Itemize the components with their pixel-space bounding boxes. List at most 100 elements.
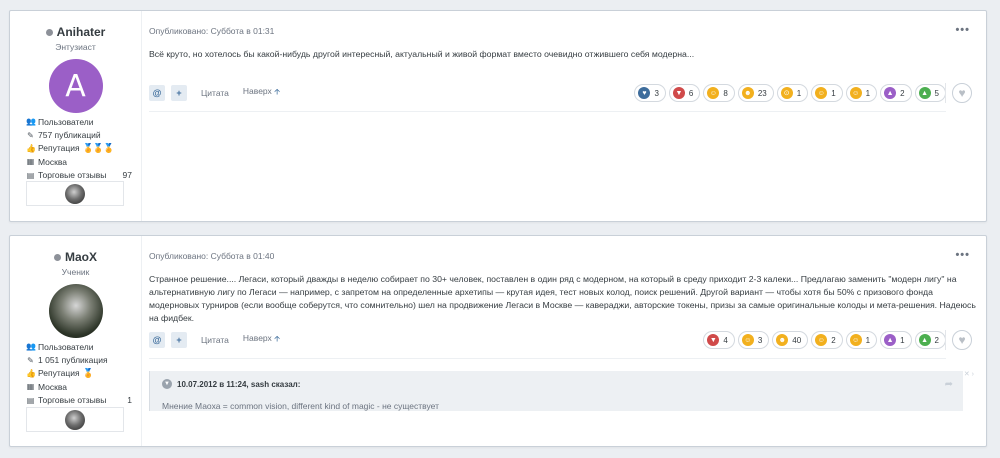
- reaction-count[interactable]: 2: [900, 89, 904, 98]
- smirk-icon: ☺: [741, 334, 754, 346]
- reaction-count[interactable]: 8: [723, 89, 727, 98]
- reaction-count[interactable]: 1: [866, 336, 870, 345]
- reaction-count[interactable]: 23: [758, 89, 767, 98]
- arrow-up-icon: 🡩: [274, 87, 280, 96]
- reaction-pill[interactable]: ☺ 3: [737, 331, 770, 349]
- quote-header-text[interactable]: 10.07.2012 в 11:24, sash сказал:: [177, 380, 300, 389]
- reaction-count[interactable]: 3: [654, 89, 658, 98]
- trade-reviewers: [26, 181, 124, 206]
- stat-posts[interactable]: ✎ 757 публикаций: [26, 128, 132, 141]
- close-icon[interactable]: ✕ ›: [964, 370, 974, 378]
- reviewer-avatar[interactable]: [65, 409, 85, 430]
- reaction-count[interactable]: 1: [797, 89, 801, 98]
- edit-icon: ✎: [27, 355, 34, 365]
- like-icon: ♥: [638, 87, 651, 99]
- reaction-pill[interactable]: ▲ 2: [880, 84, 912, 102]
- reaction-pill[interactable]: ⊙ 1: [776, 84, 809, 102]
- upvote-icon: ▲: [918, 334, 931, 346]
- stat-posts-text[interactable]: 757 публикаций: [38, 130, 101, 140]
- reaction-pill[interactable]: ☺ 8: [703, 84, 735, 102]
- avatar[interactable]: A: [48, 59, 103, 113]
- reaction-count[interactable]: 2: [831, 336, 835, 345]
- reaction-pill[interactable]: ▲ 5: [914, 84, 946, 102]
- building-icon: ▦: [26, 382, 35, 392]
- downvote-icon: ▼: [707, 334, 720, 346]
- reaction-count[interactable]: 6: [689, 89, 693, 98]
- users-icon: 👥: [26, 117, 36, 127]
- divider: [149, 358, 946, 359]
- stat-group-text: Пользователи: [38, 116, 94, 127]
- author-stats: 👥 Пользователи ✎ 1 051 публикация 👍 Репу…: [26, 340, 132, 407]
- reaction-count[interactable]: 3: [758, 336, 762, 345]
- react-heart-button[interactable]: ♥: [952, 330, 972, 350]
- reaction-count[interactable]: 2: [935, 336, 939, 345]
- reaction-pill[interactable]: ▼ 4: [703, 331, 735, 349]
- avatar[interactable]: [48, 284, 103, 338]
- scroll-top-label[interactable]: Наверх: [243, 86, 272, 96]
- reaction-pill[interactable]: ▲ 1: [880, 331, 912, 349]
- stat-trade-count: 97: [122, 170, 132, 181]
- stat-reputation: 👍 Репутация 🏅: [26, 367, 132, 380]
- post-date[interactable]: Опубликовано: Суббота в 01:31: [149, 26, 274, 36]
- mention-button[interactable]: @: [149, 85, 165, 101]
- post-content: Опубликовано: Суббота в 01:31 ••• Всё кр…: [142, 11, 986, 221]
- upvote-icon: ▲: [918, 87, 931, 99]
- stat-trade[interactable]: ▤ Торговые отзывы 97: [26, 169, 132, 182]
- thumbs-up-icon: ▲: [884, 87, 897, 99]
- quote-button[interactable]: Цитата: [201, 88, 229, 98]
- reaction-count[interactable]: 1: [866, 89, 870, 98]
- reaction-pill[interactable]: ☻ 40: [772, 331, 809, 349]
- multiquote-button[interactable]: +: [171, 85, 187, 101]
- post-date[interactable]: Опубликовано: Суббота в 01:40: [149, 251, 274, 261]
- reaction-count[interactable]: 4: [723, 336, 727, 345]
- reaction-count[interactable]: 5: [935, 89, 939, 98]
- scroll-top-button[interactable]: Наверх 🡩: [243, 86, 280, 100]
- thumbs-up-icon: 👍: [26, 143, 36, 153]
- scroll-top-button[interactable]: Наверх 🡩: [243, 333, 280, 347]
- reaction-pill[interactable]: ☺ 1: [845, 84, 878, 102]
- stat-posts[interactable]: ✎ 1 051 публикация: [26, 353, 132, 366]
- id-card-icon: ▤: [26, 395, 35, 405]
- reaction-pill[interactable]: ☺ 1: [845, 331, 878, 349]
- stat-trade-label[interactable]: Торговые отзывы: [38, 170, 106, 180]
- stat-trade-label[interactable]: Торговые отзывы: [38, 395, 106, 405]
- reaction-count[interactable]: 1: [900, 336, 904, 345]
- quote-button[interactable]: Цитата: [201, 335, 229, 345]
- scroll-top-label[interactable]: Наверх: [243, 333, 272, 343]
- thumbs-up-icon: 👍: [26, 368, 36, 378]
- author-name[interactable]: MaoX: [10, 250, 141, 264]
- chevron-down-icon[interactable]: ▼: [162, 379, 172, 389]
- stat-city-text: Москва: [38, 381, 68, 392]
- reaction-count[interactable]: 40: [792, 336, 801, 345]
- reviewer-avatar[interactable]: [65, 183, 85, 204]
- reaction-pill[interactable]: ▲ 2: [914, 331, 946, 349]
- laugh-icon: ☺: [849, 334, 862, 346]
- stat-group: 👥 Пользователи: [26, 115, 132, 128]
- reaction-count[interactable]: 1: [831, 89, 835, 98]
- thumbs-up-icon: ▲: [884, 334, 897, 346]
- surprised-icon: ⊙: [780, 87, 793, 99]
- reaction-pill[interactable]: ☺ 2: [811, 331, 843, 349]
- stat-trade[interactable]: ▤ Торговые отзывы 1: [26, 394, 132, 407]
- post-card: Anihater Энтузиаст A 👥 Пользователи ✎ 75…: [9, 10, 987, 222]
- mention-button[interactable]: @: [149, 332, 165, 348]
- react-heart-button[interactable]: ♥: [952, 83, 972, 103]
- edit-icon: ✎: [27, 130, 34, 140]
- reputation-medal-icon: 🏅🏅🏅: [82, 142, 115, 153]
- author-name[interactable]: Anihater: [10, 25, 141, 39]
- building-icon: ▦: [26, 157, 35, 167]
- more-options-icon[interactable]: •••: [955, 249, 970, 261]
- author-name-text[interactable]: Anihater: [57, 25, 106, 39]
- multiquote-button[interactable]: +: [171, 332, 187, 348]
- stat-trade-count: 1: [127, 395, 132, 406]
- share-icon[interactable]: ➦: [945, 379, 953, 390]
- author-name-text[interactable]: MaoX: [65, 250, 97, 264]
- reaction-pill[interactable]: ☺ 1: [811, 84, 843, 102]
- reaction-pill[interactable]: ▼ 6: [668, 84, 701, 102]
- more-options-icon[interactable]: •••: [955, 24, 970, 36]
- reaction-pill[interactable]: ♥ 3: [634, 84, 666, 102]
- stat-posts-text[interactable]: 1 051 публикация: [38, 355, 108, 365]
- reaction-pill[interactable]: ☻ 23: [737, 84, 774, 102]
- stat-city: ▦ Москва: [26, 380, 132, 393]
- quote-header[interactable]: ▼ 10.07.2012 в 11:24, sash сказал:: [150, 371, 963, 389]
